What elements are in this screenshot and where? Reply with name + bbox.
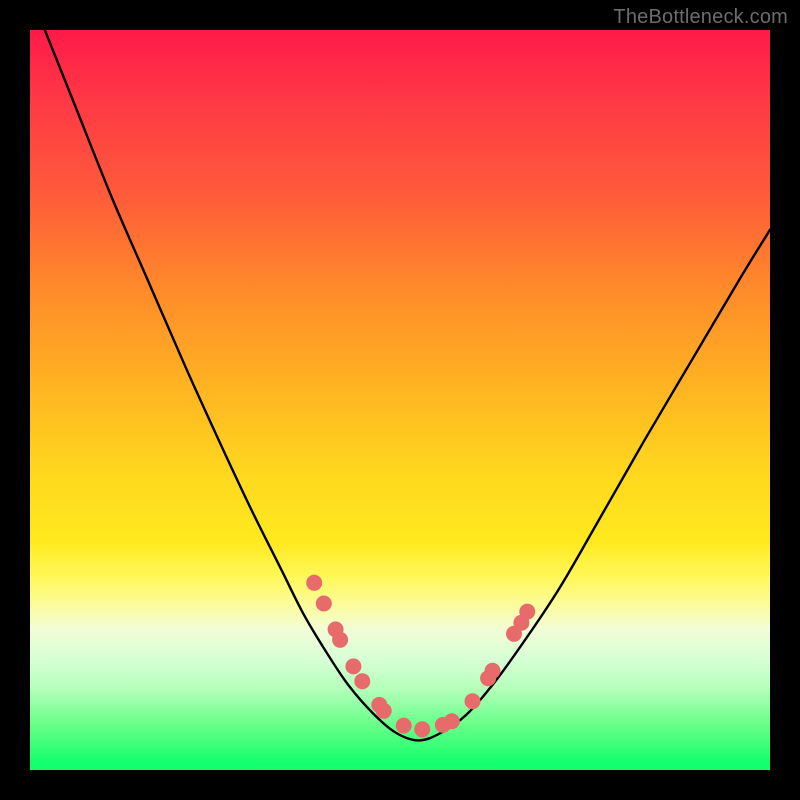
curve-dot <box>465 693 481 709</box>
curve-dot <box>354 673 370 689</box>
curve-dot <box>485 663 501 679</box>
curve-svg <box>30 30 770 770</box>
curve-dot <box>396 718 412 734</box>
bottleneck-curve <box>45 30 770 740</box>
plot-area <box>30 30 770 770</box>
curve-dot <box>444 713 460 729</box>
curve-dots <box>306 575 535 738</box>
curve-dot <box>316 596 332 612</box>
curve-dot <box>376 703 392 719</box>
chart-frame: TheBottleneck.com <box>0 0 800 800</box>
curve-dot <box>306 575 322 591</box>
curve-dot <box>414 721 430 737</box>
watermark-text: TheBottleneck.com <box>613 6 788 29</box>
curve-dot <box>345 658 361 674</box>
curve-dot <box>519 604 535 620</box>
curve-dot <box>332 632 348 648</box>
